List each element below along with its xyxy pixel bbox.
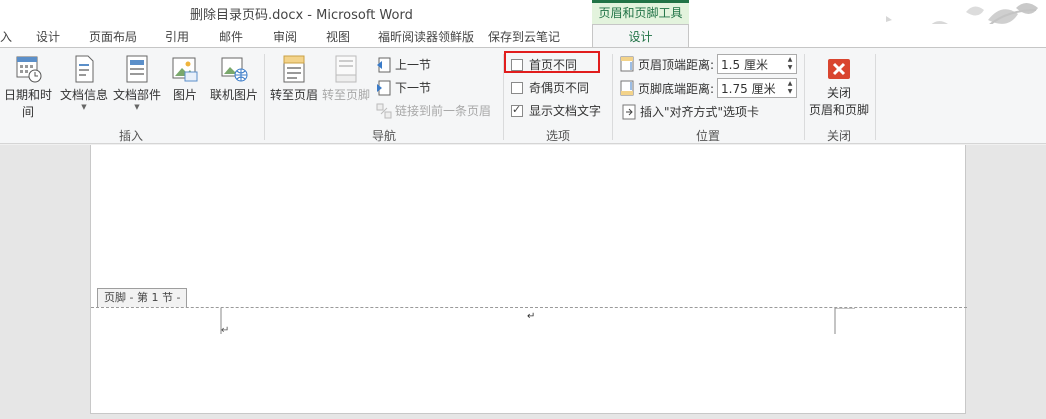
header-from-top-stepper[interactable]: 1.5 厘米 ▲ ▼ — [717, 54, 798, 74]
document-info-button[interactable]: 文档信息 ▼ — [58, 54, 110, 111]
footer-from-bottom-label: 页脚底端距离: — [638, 81, 715, 96]
document-area: 页脚 - 第 1 节 - ↵ ↵ — [0, 145, 1046, 419]
footer-position-icon — [620, 80, 634, 96]
options-group-label: 选项 — [545, 129, 570, 143]
next-section-label: 下一节 — [395, 81, 432, 95]
tab-review[interactable]: 审阅 — [273, 28, 297, 45]
picture-button[interactable]: 图片 — [166, 54, 204, 103]
goto-header-icon — [283, 55, 305, 83]
previous-section-label: 上一节 — [395, 58, 432, 72]
footer-from-bottom-row: 页脚底端距离: 1.75 厘米 ▲ ▼ — [619, 78, 798, 98]
ribbon-tabs: 入 设计 页面布局 引用 邮件 审阅 视图 福昕阅读器领鲜版 保存到云笔记 设计 — [0, 24, 1046, 49]
document-parts-icon — [126, 55, 148, 83]
position-group-label: 位置 — [695, 129, 720, 143]
document-info-icon — [75, 55, 94, 83]
calendar-clock-icon — [16, 56, 42, 83]
tab-header-footer-design[interactable]: 设计 — [592, 24, 689, 49]
insert-alignment-tab-label: 插入"对齐方式"选项卡 — [640, 105, 760, 119]
goto-footer-icon — [335, 55, 357, 83]
title-bar: 删除目录页码.docx - Microsoft Word 页眉和页脚工具 — [0, 0, 1046, 41]
group-divider — [875, 54, 876, 140]
different-odd-even-label: 奇偶页不同 — [529, 81, 590, 95]
different-odd-even-checkbox[interactable]: 奇偶页不同 — [511, 79, 589, 96]
footer-section-tag: 页脚 - 第 1 节 - — [97, 288, 188, 307]
tab-mailings[interactable]: 邮件 — [219, 28, 243, 45]
spin-arrows-icon[interactable]: ▲ ▼ — [784, 80, 796, 96]
header-from-top-row: 页眉顶端距离: 1.5 厘米 ▲ ▼ — [619, 54, 798, 74]
checkbox-box-checked — [511, 103, 523, 117]
window-title: 删除目录页码.docx - Microsoft Word — [190, 8, 413, 23]
header-from-top-label: 页眉顶端距离: — [638, 57, 715, 72]
tab-insert[interactable]: 入 — [0, 28, 12, 45]
close-icon — [828, 59, 850, 79]
insert-alignment-tab-button[interactable]: 插入"对齐方式"选项卡 — [621, 103, 759, 120]
online-picture-icon — [221, 57, 248, 82]
previous-section-icon — [377, 57, 391, 72]
group-divider — [264, 54, 265, 140]
insert-group-label: 插入 — [118, 129, 143, 143]
document-parts-label: 文档部件 — [112, 88, 161, 102]
link-icon — [376, 103, 392, 118]
spin-arrows-icon[interactable]: ▲ ▼ — [784, 56, 796, 72]
tab-foxit-reader[interactable]: 福昕阅读器领鲜版 — [378, 28, 474, 45]
date-time-label: 日期和时间 — [3, 88, 52, 119]
show-document-text-checkbox[interactable]: 显示文档文字 — [511, 102, 601, 119]
close-button-line1: 关闭 — [826, 86, 851, 100]
date-time-button[interactable]: 日期和时间 — [0, 54, 56, 120]
tab-design[interactable]: 设计 — [36, 28, 60, 45]
footer-from-bottom-value: 1.75 厘米 — [721, 81, 776, 96]
picture-icon — [172, 57, 198, 82]
checkbox-box — [511, 81, 523, 94]
goto-header-label: 转至页眉 — [269, 88, 318, 102]
tab-page-layout[interactable]: 页面布局 — [89, 28, 137, 45]
tab-references[interactable]: 引用 — [165, 28, 189, 45]
document-parts-button[interactable]: 文档部件 ▼ — [111, 54, 163, 111]
navigation-group-label: 导航 — [371, 129, 396, 143]
tab-view[interactable]: 视图 — [326, 28, 350, 45]
tab-save-to-cloud-notes[interactable]: 保存到云笔记 — [488, 28, 560, 45]
next-section-icon — [377, 80, 391, 95]
previous-section-button[interactable]: 上一节 — [376, 56, 431, 73]
goto-header-button[interactable]: 转至页眉 — [268, 54, 320, 103]
footer-cursor-mark[interactable]: ↵ — [527, 311, 535, 322]
online-picture-label: 联机图片 — [209, 88, 258, 102]
chevron-down-icon: ▼ — [81, 103, 87, 111]
link-to-previous-button[interactable]: 链接到前一条页眉 — [376, 102, 491, 119]
chevron-down-icon: ▼ — [134, 103, 140, 111]
close-button-line2: 页眉和页脚 — [808, 103, 869, 117]
document-info-label: 文档信息 — [59, 88, 108, 102]
picture-label: 图片 — [172, 88, 197, 102]
header-position-icon — [620, 56, 634, 72]
close-header-footer-button[interactable]: 关闭 页眉和页脚 — [806, 54, 872, 118]
goto-footer-button[interactable]: 转至页脚 — [320, 54, 372, 103]
paragraph-mark: ↵ — [221, 325, 230, 336]
context-tab-header: 页眉和页脚工具 — [592, 0, 689, 24]
online-picture-button[interactable]: 联机图片 — [206, 54, 262, 103]
close-group-label: 关闭 — [826, 129, 851, 143]
document-page: 页脚 - 第 1 节 - ↵ ↵ — [90, 145, 967, 414]
group-divider — [804, 54, 805, 140]
next-section-button[interactable]: 下一节 — [376, 79, 431, 96]
highlight-box — [504, 51, 600, 73]
right-margin-marker — [834, 308, 855, 334]
alignment-tab-icon — [622, 104, 636, 119]
show-document-text-label: 显示文档文字 — [529, 104, 602, 118]
header-from-top-value: 1.5 厘米 — [721, 57, 768, 72]
link-to-previous-label: 链接到前一条页眉 — [395, 104, 492, 118]
goto-footer-label: 转至页脚 — [321, 88, 370, 102]
footer-from-bottom-stepper[interactable]: 1.75 厘米 ▲ ▼ — [717, 78, 798, 98]
